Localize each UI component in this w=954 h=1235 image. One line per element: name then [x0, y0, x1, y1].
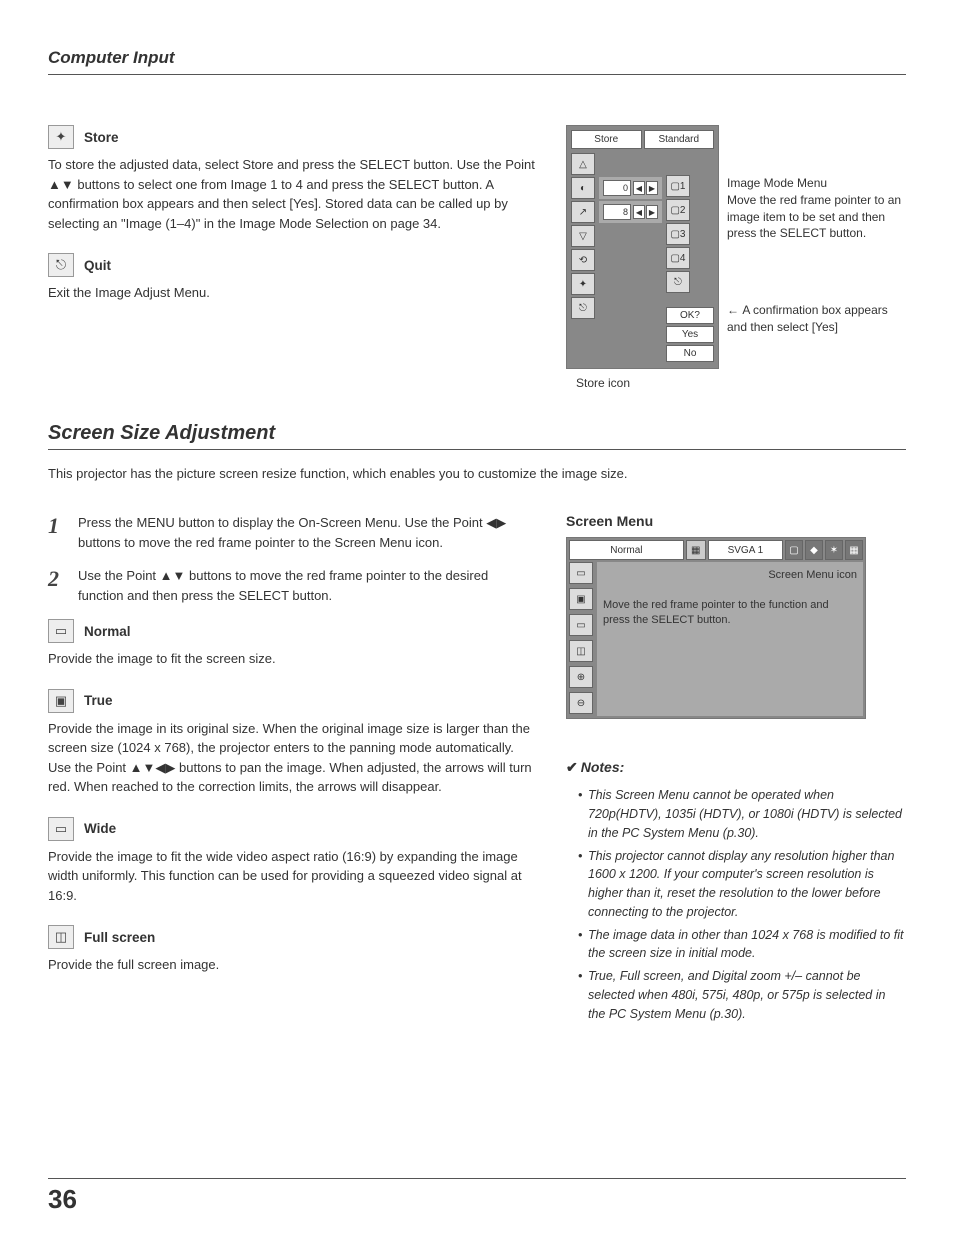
- notes-heading: Notes:: [566, 759, 906, 776]
- right-arrow-icon: ▶: [646, 181, 658, 195]
- scroll-down-icon: ▽: [571, 225, 595, 247]
- quit-icon: ⎋: [48, 253, 74, 277]
- image4-icon: ▢4: [666, 247, 690, 269]
- store-icon: ✦: [48, 125, 74, 149]
- diagram-tab-store: Store: [571, 130, 642, 149]
- normal-body: Provide the image to fit the screen size…: [48, 649, 536, 669]
- screen-menu-icon-label: Screen Menu icon: [603, 568, 857, 583]
- menu-tab4-icon: ▦: [845, 540, 863, 560]
- step-1: 1 Press the MENU button to display the O…: [48, 513, 536, 552]
- screen-wide-icon: ▭: [569, 614, 593, 636]
- quit-block: ⎋ Quit Exit the Image Adjust Menu.: [48, 253, 536, 303]
- store-label: Store: [84, 130, 119, 145]
- wide-label: Wide: [84, 821, 116, 836]
- normal-label: Normal: [84, 624, 131, 639]
- wide-body: Provide the image to fit the wide video …: [48, 847, 536, 906]
- quit-label: Quit: [84, 258, 111, 273]
- fullscreen-block: ◫ Full screen Provide the full screen im…: [48, 925, 536, 975]
- step-2: 2 Use the Point ▲▼ buttons to move the r…: [48, 566, 536, 605]
- wide-block: ▭ Wide Provide the image to fit the wide…: [48, 817, 536, 906]
- page-header: Computer Input: [48, 48, 906, 75]
- step-number-2: 2: [48, 566, 66, 605]
- exit-list-icon: ⎋: [666, 271, 690, 293]
- adjust-icon-1: ◐: [571, 177, 595, 199]
- menu-icon: ▦: [686, 540, 706, 560]
- value-2: 8: [603, 204, 631, 220]
- store-body: To store the adjusted data, select Store…: [48, 155, 536, 233]
- true-label: True: [84, 693, 113, 708]
- step-body-1: Press the MENU button to display the On-…: [78, 513, 536, 552]
- image3-icon: ▢3: [666, 223, 690, 245]
- note-item: True, Full screen, and Digital zoom +/– …: [578, 967, 906, 1023]
- adjust-icon-2: ↗: [571, 201, 595, 223]
- screen-true-icon: ▣: [569, 588, 593, 610]
- store-block: ✦ Store To store the adjusted data, sele…: [48, 125, 536, 233]
- screen-menu-heading: Screen Menu: [566, 513, 906, 529]
- menu-tab3-icon: ✶: [825, 540, 843, 560]
- image1-icon: ▢1: [666, 175, 690, 197]
- fullscreen-icon: ◫: [48, 925, 74, 949]
- right-arrow-icon: ▶: [646, 205, 658, 219]
- screen-menu-move-label: Move the red frame pointer to the functi…: [603, 598, 857, 629]
- fullscreen-label: Full screen: [84, 930, 155, 945]
- true-body: Provide the image in its original size. …: [48, 719, 536, 797]
- note-item: This projector cannot display any resolu…: [578, 847, 906, 922]
- screen-zoomp-icon: ⊕: [569, 666, 593, 688]
- scroll-up-icon: △: [571, 153, 595, 175]
- yes-button: Yes: [666, 326, 714, 343]
- callout-store-icon: Store icon: [576, 375, 906, 392]
- quit-body: Exit the Image Adjust Menu.: [48, 283, 536, 303]
- note-item: This Screen Menu cannot be operated when…: [578, 786, 906, 842]
- true-block: ▣ True Provide the image in its original…: [48, 689, 536, 797]
- image2-icon: ▢2: [666, 199, 690, 221]
- section-intro: This projector has the picture screen re…: [48, 464, 906, 484]
- menu-tab2-icon: ◆: [805, 540, 823, 560]
- note-item: The image data in other than 1024 x 768 …: [578, 926, 906, 964]
- diagram-tab-standard: Standard: [644, 130, 715, 149]
- menu-tab1-icon: ▢: [785, 540, 803, 560]
- notes-block: Notes: This Screen Menu cannot be operat…: [566, 759, 906, 1023]
- left-arrow-icon: ◀: [633, 205, 645, 219]
- left-arrow-icon: ◀: [633, 181, 645, 195]
- callout-confirm: ← A confirmation box appears and then se…: [727, 302, 906, 336]
- page-number: 36: [48, 1184, 77, 1215]
- normal-icon: ▭: [48, 619, 74, 643]
- screen-full-icon: ◫: [569, 640, 593, 662]
- fullscreen-body: Provide the full screen image.: [48, 955, 536, 975]
- value-1: 0: [603, 180, 631, 196]
- screen-menu-diagram: Normal ▦ SVGA 1 ▢ ◆ ✶ ▦ ▭ ▣ ▭ ◫ ⊕ ⊖ Scre…: [566, 537, 866, 719]
- screen-zoomm-icon: ⊖: [569, 692, 593, 714]
- callout-image-mode: Image Mode MenuMove the red frame pointe…: [727, 175, 906, 242]
- ok-label: OK?: [666, 307, 714, 324]
- no-button: No: [666, 345, 714, 362]
- store-list-icon: ✦: [571, 273, 595, 295]
- step-body-2: Use the Point ▲▼ buttons to move the red…: [78, 566, 536, 605]
- normal-block: ▭ Normal Provide the image to fit the sc…: [48, 619, 536, 669]
- section-title: Screen Size Adjustment: [48, 422, 906, 450]
- screen-menu-svga: SVGA 1: [708, 540, 783, 560]
- screen-normal-icon: ▭: [569, 562, 593, 584]
- true-icon: ▣: [48, 689, 74, 713]
- store-diagram: Store Standard △ ◐ ↗ ▽ ⟲ ✦ ⎋: [566, 125, 719, 369]
- wide-icon: ▭: [48, 817, 74, 841]
- exit-icon: ⎋: [571, 297, 595, 319]
- screen-menu-normal: Normal: [569, 540, 684, 560]
- reset-icon: ⟲: [571, 249, 595, 271]
- step-number-1: 1: [48, 513, 66, 552]
